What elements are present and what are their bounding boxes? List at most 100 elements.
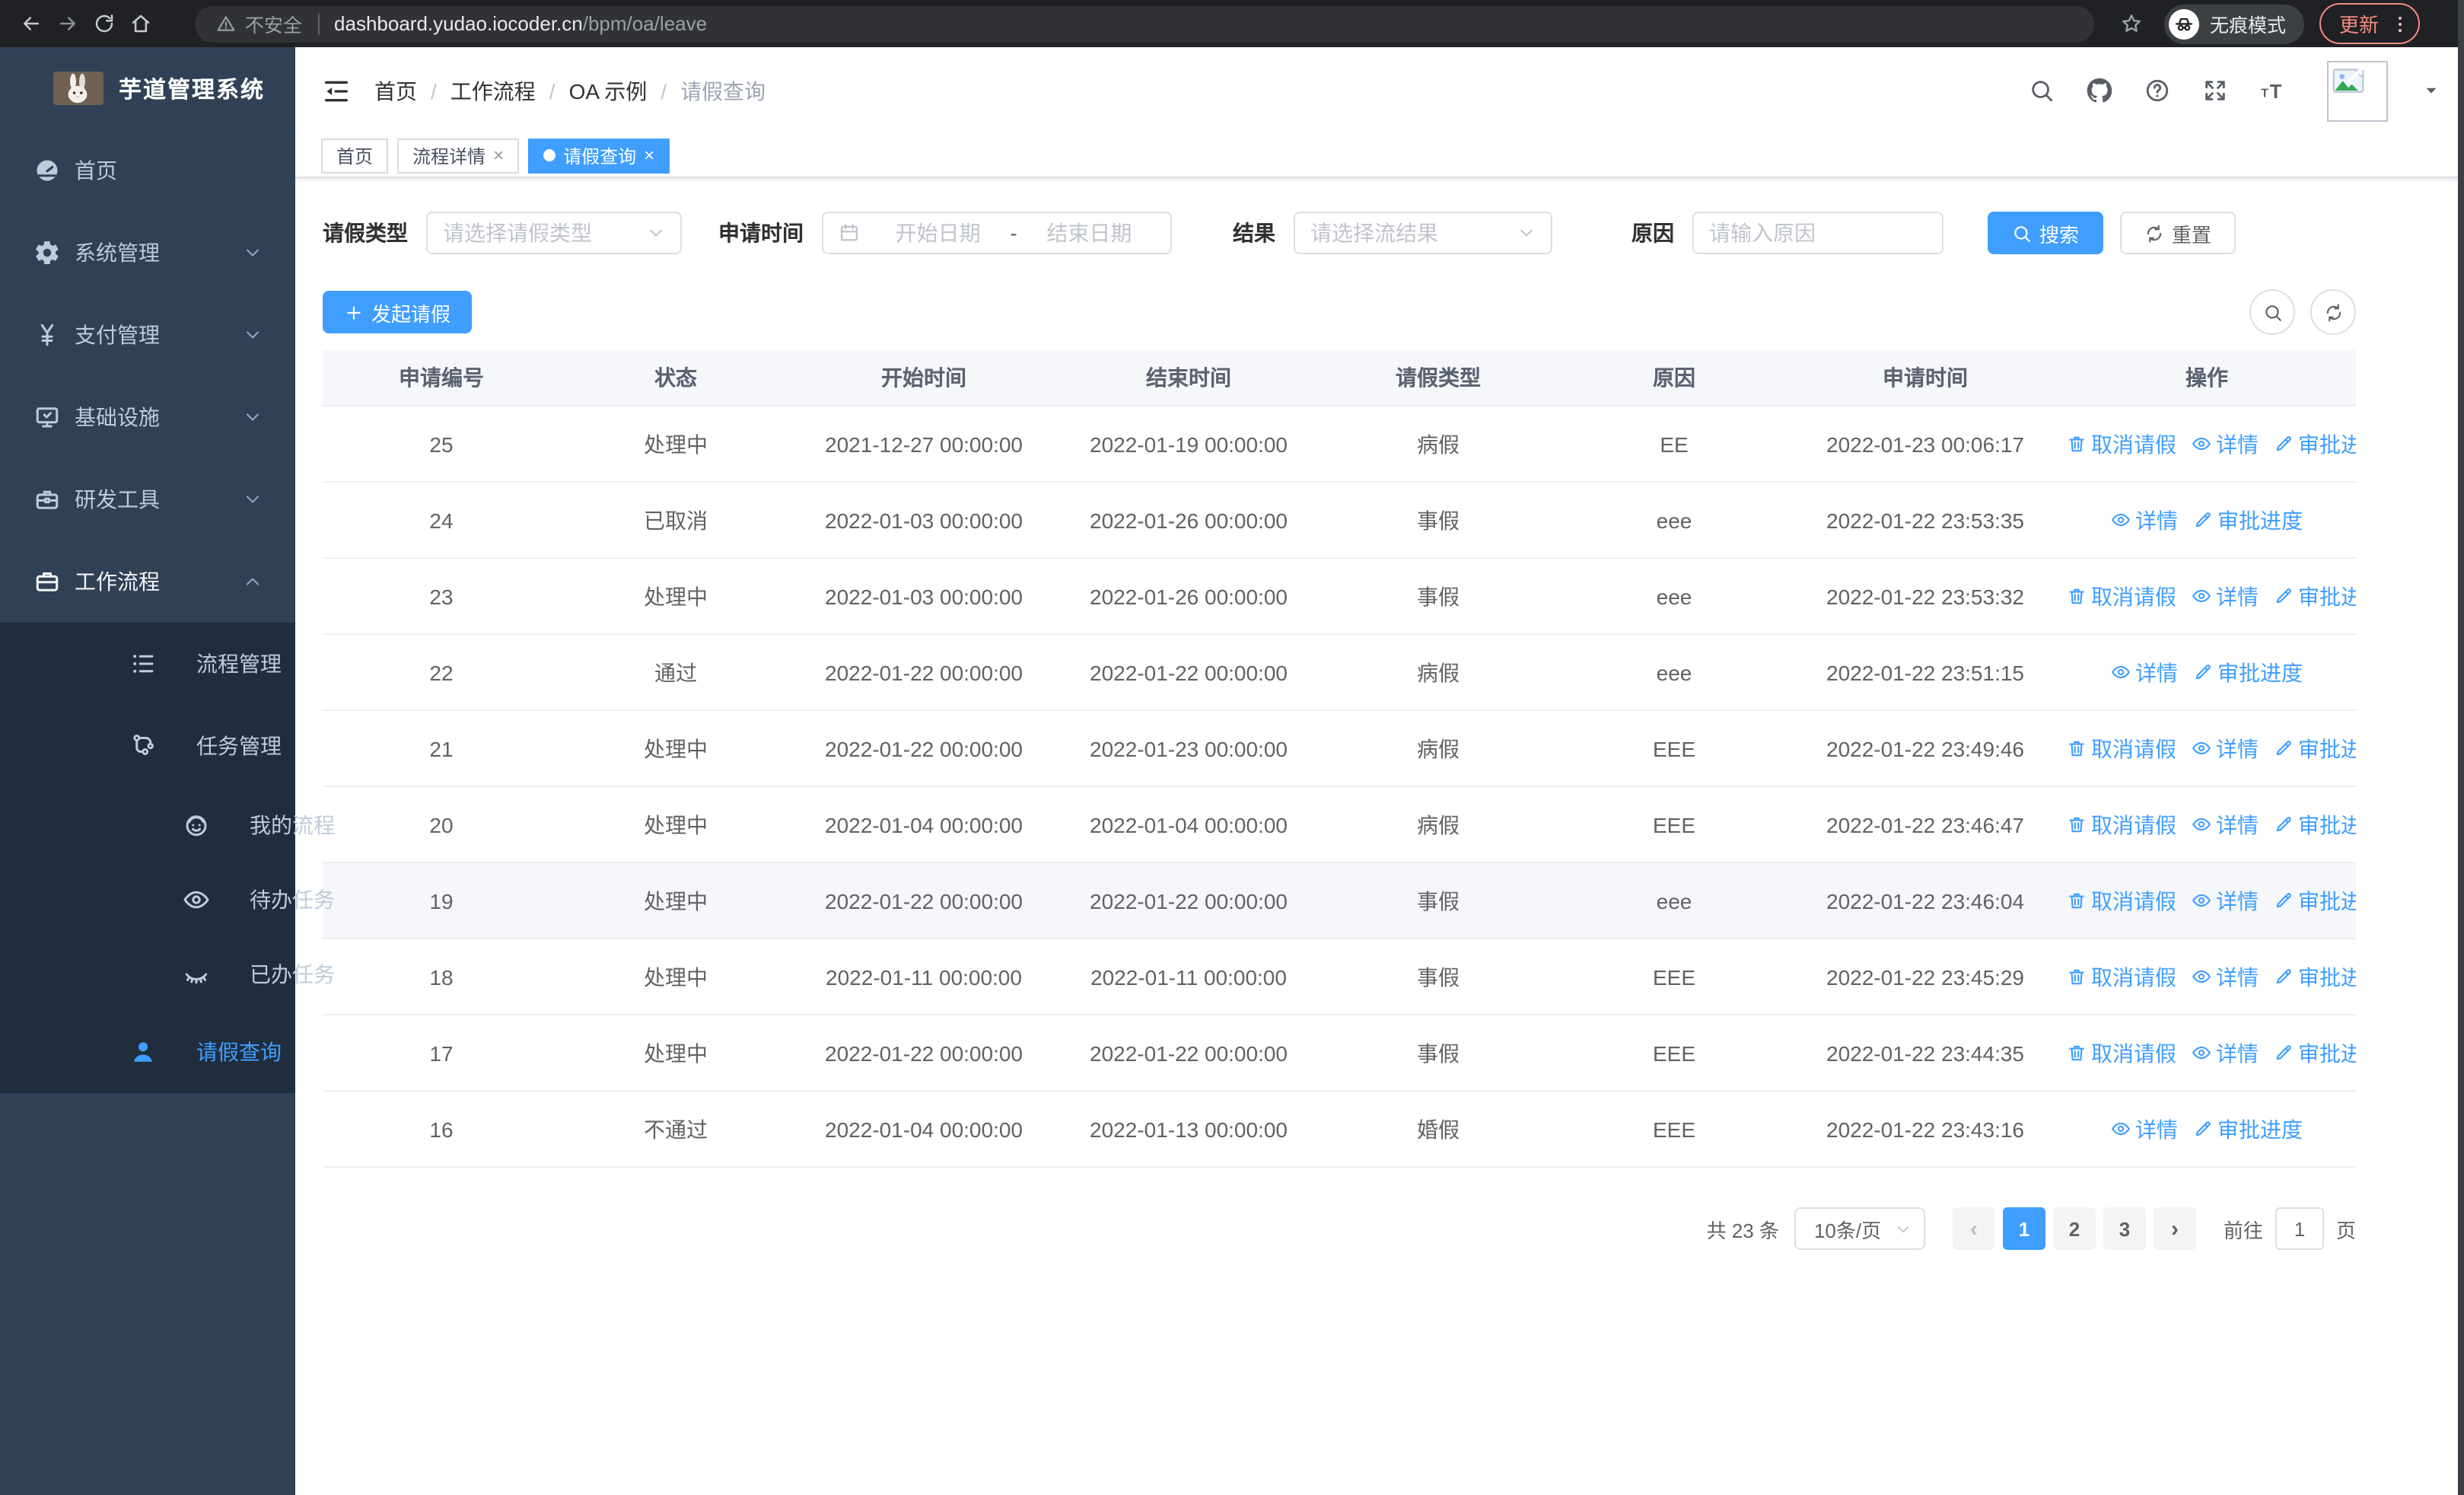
detail-link[interactable]: 详情 (2111, 657, 2178, 687)
date-start-placeholder: 开始日期 (895, 221, 981, 245)
security-status[interactable]: 不安全 (216, 9, 302, 38)
cancel-leave-link[interactable]: 取消请假 (2067, 429, 2176, 459)
cell-status: 处理中 (560, 558, 791, 635)
reload-button[interactable] (85, 5, 122, 42)
forward-button[interactable] (49, 5, 85, 42)
sidebar-item-我的流程[interactable]: 我的流程 (0, 787, 335, 862)
cell-actions: 取消请假详情审批进度 (2058, 1015, 2356, 1092)
address-bar[interactable]: 不安全 dashboard.yudao.iocoder.cn/bpm/oa/le… (195, 5, 2094, 42)
approval-progress-link[interactable]: 审批进度 (2274, 961, 2356, 992)
tab-流程详情[interactable]: 流程详情 × (397, 138, 520, 173)
sidebar-item-已办任务[interactable]: 已办任务 (0, 936, 335, 1011)
close-icon[interactable]: × (493, 146, 504, 164)
sidebar-item-支付管理[interactable]: 支付管理 (0, 294, 295, 376)
page-content: 请假类型 请选择请假类型 申请时间 开始日期 - 结束日期 结果 请选择流结果 (295, 178, 2464, 1250)
detail-link[interactable]: 详情 (2111, 1114, 2178, 1144)
tab-首页[interactable]: 首页 (321, 138, 389, 173)
cancel-leave-link[interactable]: 取消请假 (2067, 733, 2176, 763)
kebab-menu-icon[interactable] (2389, 13, 2411, 34)
cancel-leave-link[interactable]: 取消请假 (2067, 1038, 2176, 1068)
detail-link[interactable]: 详情 (2111, 505, 2178, 535)
cancel-leave-link[interactable]: 取消请假 (2067, 809, 2176, 840)
sidebar-item-任务管理[interactable]: 任务管理 (0, 705, 295, 787)
breadcrumb-item[interactable]: OA 示例 (569, 75, 648, 106)
tab-请假查询[interactable]: 请假查询 × (528, 138, 670, 173)
approval-progress-link[interactable]: 审批进度 (2274, 885, 2356, 916)
avatar[interactable] (2327, 60, 2388, 121)
next-page-button[interactable]: › (2153, 1207, 2196, 1250)
edit-icon (2193, 1119, 2213, 1139)
edit-icon (2274, 1043, 2294, 1063)
search-button[interactable]: 搜索 (1988, 212, 2104, 254)
approval-progress-link[interactable]: 审批进度 (2274, 1038, 2356, 1068)
star-icon (2119, 12, 2142, 35)
detail-link[interactable]: 详情 (2192, 809, 2259, 840)
approval-progress-link[interactable]: 审批进度 (2274, 809, 2356, 840)
fullscreen-icon[interactable] (2202, 78, 2228, 104)
show-search-button[interactable] (2249, 289, 2295, 335)
sidebar-item-请假查询[interactable]: 请假查询 (0, 1011, 295, 1093)
approval-progress-link[interactable]: 审批进度 (2274, 429, 2356, 459)
page-button-3[interactable]: 3 (2103, 1207, 2146, 1250)
cell-no: 22 (323, 634, 560, 711)
trash-icon (2067, 891, 2087, 910)
reason-input[interactable]: 请输入原因 (1692, 212, 1944, 254)
help-icon[interactable] (2144, 78, 2170, 104)
cell-start: 2022-01-03 00:00:00 (791, 482, 1056, 559)
approval-progress-link[interactable]: 审批进度 (2274, 733, 2356, 763)
approval-progress-link[interactable]: 审批进度 (2193, 657, 2303, 687)
tab-label: 请假查询 (563, 145, 637, 167)
cell-start: 2022-01-22 00:00:00 (791, 1015, 1056, 1092)
scrollbar[interactable] (2458, 0, 2464, 1495)
apply-date-range-input[interactable]: 开始日期 - 结束日期 (822, 212, 1172, 254)
sidebar-item-工作流程[interactable]: 工作流程 (0, 540, 295, 623)
close-icon[interactable]: × (644, 146, 654, 164)
detail-link[interactable]: 详情 (2192, 885, 2259, 916)
font-size-icon[interactable]: TT (2260, 78, 2286, 104)
reset-button[interactable]: 重置 (2120, 212, 2236, 254)
page-size-select[interactable]: 10条/页 (1794, 1207, 1925, 1250)
cell-applied: 2022-01-22 23:46:04 (1793, 862, 2058, 939)
sidebar-item-流程管理[interactable]: 流程管理 (0, 623, 295, 705)
detail-link[interactable]: 详情 (2192, 1038, 2259, 1068)
approval-progress-link[interactable]: 审批进度 (2274, 581, 2356, 611)
refresh-table-button[interactable] (2310, 289, 2356, 335)
breadcrumb-item[interactable]: 工作流程 (450, 75, 536, 106)
leave-type-select[interactable]: 请选择请假类型 (426, 212, 682, 254)
chevron-down-icon[interactable] (2423, 82, 2440, 99)
eye-icon (2192, 1043, 2211, 1063)
sidebar-item-基础设施[interactable]: 基础设施 (0, 376, 295, 458)
cell-applied: 2022-01-23 00:06:17 (1793, 406, 2058, 483)
cell-applied: 2022-01-22 23:46:47 (1793, 786, 2058, 863)
sidebar-item-待办任务[interactable]: 待办任务 (0, 862, 335, 936)
sidebar-item-研发工具[interactable]: 研发工具 (0, 458, 295, 540)
filter-type-label: 请假类型 (323, 221, 408, 245)
detail-link[interactable]: 详情 (2192, 429, 2259, 459)
detail-link[interactable]: 详情 (2192, 581, 2259, 611)
search-icon[interactable] (2029, 78, 2055, 104)
home-button[interactable] (122, 5, 158, 42)
back-button[interactable] (12, 5, 49, 42)
sidebar-item-系统管理[interactable]: 系统管理 (0, 212, 295, 294)
detail-link[interactable]: 详情 (2192, 733, 2259, 763)
logo-image (53, 72, 103, 105)
cancel-leave-link[interactable]: 取消请假 (2067, 885, 2176, 916)
result-select[interactable]: 请选择流结果 (1294, 212, 1552, 254)
sidebar-item-首页[interactable]: 首页 (0, 129, 295, 212)
approval-progress-link[interactable]: 审批进度 (2193, 1114, 2303, 1144)
detail-link[interactable]: 详情 (2192, 961, 2259, 992)
prev-page-button[interactable]: ‹ (1952, 1207, 1995, 1250)
goto-page-input[interactable]: 1 (2275, 1207, 2324, 1250)
page-button-2[interactable]: 2 (2052, 1207, 2096, 1250)
browser-update-button[interactable]: 更新 (2319, 3, 2421, 44)
approval-progress-link[interactable]: 审批进度 (2193, 505, 2303, 535)
flow-list-icon (129, 650, 157, 677)
bookmark-button[interactable] (2115, 8, 2146, 39)
create-leave-button[interactable]: 发起请假 (323, 291, 473, 333)
github-icon[interactable] (2087, 78, 2112, 104)
breadcrumb-item[interactable]: 首页 (374, 75, 417, 106)
sidebar-collapse-button[interactable] (321, 75, 352, 106)
cancel-leave-link[interactable]: 取消请假 (2067, 581, 2176, 611)
page-button-1[interactable]: 1 (2002, 1207, 2045, 1250)
cancel-leave-link[interactable]: 取消请假 (2067, 961, 2176, 992)
